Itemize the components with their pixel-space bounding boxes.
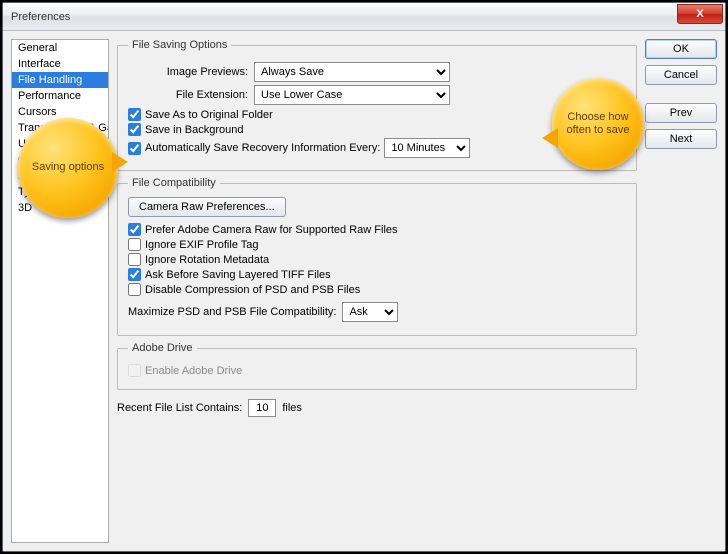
- prefer-raw-row[interactable]: Prefer Adobe Camera Raw for Supported Ra…: [128, 223, 626, 236]
- button-column: OK Cancel Prev Next: [645, 39, 717, 543]
- ok-button[interactable]: OK: [645, 39, 717, 59]
- ask-tiff-label: Ask Before Saving Layered TIFF Files: [145, 269, 331, 281]
- sidebar-item-general[interactable]: General: [12, 40, 108, 56]
- callout-save-frequency-text: Choose how often to save: [560, 111, 636, 137]
- callout-save-frequency: Choose how often to save: [552, 78, 644, 170]
- prev-button[interactable]: Prev: [645, 103, 717, 123]
- callout-saving-options-text: Saving options: [32, 161, 104, 174]
- sidebar-item-file-handling[interactable]: File Handling: [12, 72, 108, 88]
- save-original-checkbox[interactable]: [128, 108, 141, 121]
- category-sidebar: General Interface File Handling Performa…: [11, 39, 109, 543]
- adobe-drive-group: Adobe Drive Enable Adobe Drive: [117, 342, 637, 390]
- recent-files-input[interactable]: [248, 399, 276, 417]
- ask-tiff-checkbox[interactable]: [128, 268, 141, 281]
- enable-adobe-drive-label: Enable Adobe Drive: [145, 365, 242, 377]
- window-title: Preferences: [11, 11, 677, 23]
- adobe-drive-legend: Adobe Drive: [128, 342, 197, 354]
- ignore-exif-row[interactable]: Ignore EXIF Profile Tag: [128, 238, 626, 251]
- sidebar-item-interface[interactable]: Interface: [12, 56, 108, 72]
- sidebar-item-performance[interactable]: Performance: [12, 88, 108, 104]
- file-compatibility-legend: File Compatibility: [128, 177, 220, 189]
- ignore-rotation-label: Ignore Rotation Metadata: [145, 254, 269, 266]
- save-original-label: Save As to Original Folder: [145, 109, 273, 121]
- disable-compression-checkbox[interactable]: [128, 283, 141, 296]
- image-previews-select[interactable]: Always Save: [254, 62, 450, 82]
- disable-compression-row[interactable]: Disable Compression of PSD and PSB Files: [128, 283, 626, 296]
- prefer-raw-checkbox[interactable]: [128, 223, 141, 236]
- close-icon: X: [696, 8, 703, 20]
- file-saving-options-legend: File Saving Options: [128, 39, 231, 51]
- disable-compression-label: Disable Compression of PSD and PSB Files: [145, 284, 360, 296]
- save-background-checkbox[interactable]: [128, 123, 141, 136]
- file-extension-select[interactable]: Use Lower Case: [254, 85, 450, 105]
- recent-files-prefix: Recent File List Contains:: [117, 402, 242, 414]
- auto-save-label: Automatically Save Recovery Information …: [145, 142, 380, 154]
- titlebar: Preferences X: [3, 3, 725, 31]
- ask-tiff-row[interactable]: Ask Before Saving Layered TIFF Files: [128, 268, 626, 281]
- ignore-exif-checkbox[interactable]: [128, 238, 141, 251]
- next-button[interactable]: Next: [645, 129, 717, 149]
- file-extension-label: File Extension:: [128, 89, 248, 101]
- auto-save-interval-select[interactable]: 10 Minutes: [384, 138, 470, 158]
- save-background-label: Save in Background: [145, 124, 243, 136]
- recent-files-row: Recent File List Contains: files: [117, 399, 637, 417]
- image-previews-label: Image Previews:: [128, 66, 248, 78]
- callout-saving-options: Saving options: [18, 118, 118, 218]
- ignore-rotation-row[interactable]: Ignore Rotation Metadata: [128, 253, 626, 266]
- camera-raw-preferences-button[interactable]: Camera Raw Preferences...: [128, 197, 286, 217]
- auto-save-checkbox[interactable]: [128, 142, 141, 155]
- enable-adobe-drive-checkbox: [128, 364, 141, 377]
- max-compat-select[interactable]: Ask: [342, 302, 398, 322]
- file-compatibility-group: File Compatibility Camera Raw Preference…: [117, 177, 637, 336]
- prefer-raw-label: Prefer Adobe Camera Raw for Supported Ra…: [145, 224, 398, 236]
- ignore-rotation-checkbox[interactable]: [128, 253, 141, 266]
- recent-files-suffix: files: [282, 402, 302, 414]
- ignore-exif-label: Ignore EXIF Profile Tag: [145, 239, 259, 251]
- enable-adobe-drive-row: Enable Adobe Drive: [128, 364, 626, 377]
- cancel-button[interactable]: Cancel: [645, 65, 717, 85]
- max-compat-label: Maximize PSD and PSB File Compatibility:: [128, 306, 336, 318]
- close-button[interactable]: X: [677, 4, 723, 24]
